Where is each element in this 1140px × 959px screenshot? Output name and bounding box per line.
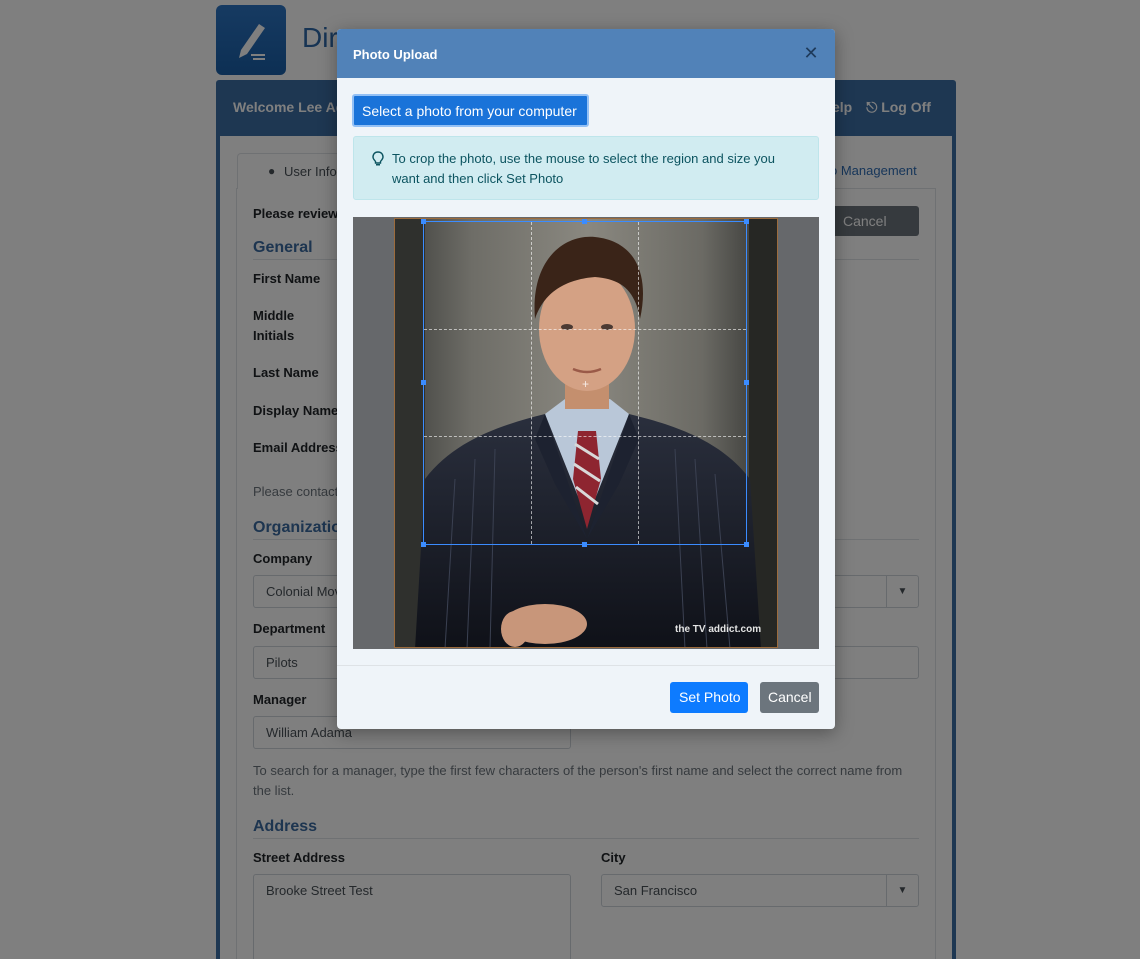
modal-title: Photo Upload [353, 47, 438, 62]
crop-handle-nw[interactable] [421, 219, 426, 224]
crop-center-marker: + [582, 377, 590, 391]
photo-watermark: the TV addict.com [675, 624, 762, 635]
set-photo-button[interactable]: Set Photo [670, 682, 748, 713]
crop-handle-s[interactable] [582, 542, 587, 547]
photo-upload-modal: Photo Upload ✕ Select a photo from your … [337, 29, 835, 729]
crop-canvas[interactable]: the TV addict.com + [353, 217, 819, 649]
crop-info-text: To crop the photo, use the mouse to sele… [392, 151, 776, 186]
crop-grid-line [424, 436, 746, 437]
close-icon[interactable]: ✕ [801, 43, 821, 63]
crop-info-alert: To crop the photo, use the mouse to sele… [353, 136, 819, 200]
crop-handle-ne[interactable] [744, 219, 749, 224]
lightbulb-icon [372, 151, 384, 166]
modal-cancel-button[interactable]: Cancel [760, 682, 819, 713]
crop-grid-line [531, 222, 532, 544]
crop-selection-box[interactable]: + [421, 219, 749, 547]
crop-handle-w[interactable] [421, 380, 426, 385]
crop-handle-sw[interactable] [421, 542, 426, 547]
modal-footer-divider [337, 665, 835, 666]
crop-handle-e[interactable] [744, 380, 749, 385]
crop-grid-line [424, 329, 746, 330]
crop-handle-n[interactable] [582, 219, 587, 224]
crop-handle-se[interactable] [744, 542, 749, 547]
select-photo-button[interactable]: Select a photo from your computer [352, 94, 589, 127]
crop-grid-line [638, 222, 639, 544]
modal-header: Photo Upload ✕ [337, 29, 835, 78]
